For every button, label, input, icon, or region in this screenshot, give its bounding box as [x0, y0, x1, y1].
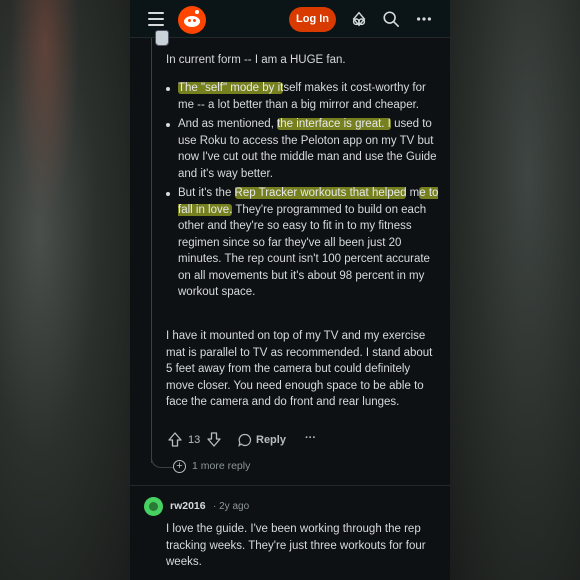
thread-line	[151, 38, 152, 463]
top-bar: Log In	[130, 0, 450, 38]
username[interactable]: rw2016	[170, 500, 206, 512]
bullet-text: But it's the	[178, 187, 235, 199]
comment-action-bar: 13 Reply ···	[168, 432, 368, 450]
bullet-text: They're programmed to build on each othe…	[178, 203, 430, 299]
hamburger-icon[interactable]	[148, 12, 164, 26]
login-button[interactable]: Log In	[289, 7, 336, 32]
bullet-self-mode: The "self" mode by itself makes it cost-…	[166, 80, 440, 113]
background-right	[450, 0, 580, 580]
search-icon[interactable]	[382, 10, 400, 28]
reply-body: I love the guide. I've been working thro…	[166, 523, 426, 568]
bullet-text: And as mentioned,	[178, 118, 278, 130]
divider	[130, 485, 450, 486]
comment-intro: In current form -- I am a HUGE fan.	[166, 54, 346, 66]
thread-branch	[151, 452, 173, 468]
upvote-icon[interactable]	[168, 432, 182, 447]
comment-overflow-button[interactable]: ···	[305, 432, 316, 444]
reply-bubble-icon[interactable]	[238, 433, 252, 447]
bullet-interface: And as mentioned, the interface is great…	[166, 116, 440, 182]
highlight: Rep Tracker workouts that helped	[234, 187, 407, 199]
avatar[interactable]	[144, 497, 163, 516]
comment-paragraph: I have it mounted on top of my TV and my…	[166, 330, 433, 408]
plus-circle-icon[interactable]: +	[173, 460, 186, 473]
more-replies-link[interactable]: 1 more reply	[192, 460, 250, 472]
background-left	[0, 0, 130, 580]
timestamp: · 2y ago	[213, 501, 250, 512]
highlight: The "self" mode by it	[178, 82, 284, 94]
phone-screen: Log In In current form -- I am a HUGE fa…	[130, 0, 450, 580]
bullet-rep-tracker: But it's the Rep Tracker workouts that h…	[166, 185, 440, 301]
bullet-text: m	[406, 187, 420, 199]
comment-bullet-list: The "self" mode by itself makes it cost-…	[166, 80, 440, 304]
highlight: the interface is great. I	[277, 118, 391, 130]
reddit-logo[interactable]	[178, 6, 206, 34]
overflow-menu-icon[interactable]	[415, 10, 433, 28]
vote-count: 13	[188, 434, 201, 446]
downvote-icon[interactable]	[207, 432, 221, 447]
reply-button[interactable]: Reply	[256, 434, 286, 446]
pointer-cursor-icon	[155, 30, 169, 46]
advertise-icon[interactable]	[350, 10, 368, 28]
